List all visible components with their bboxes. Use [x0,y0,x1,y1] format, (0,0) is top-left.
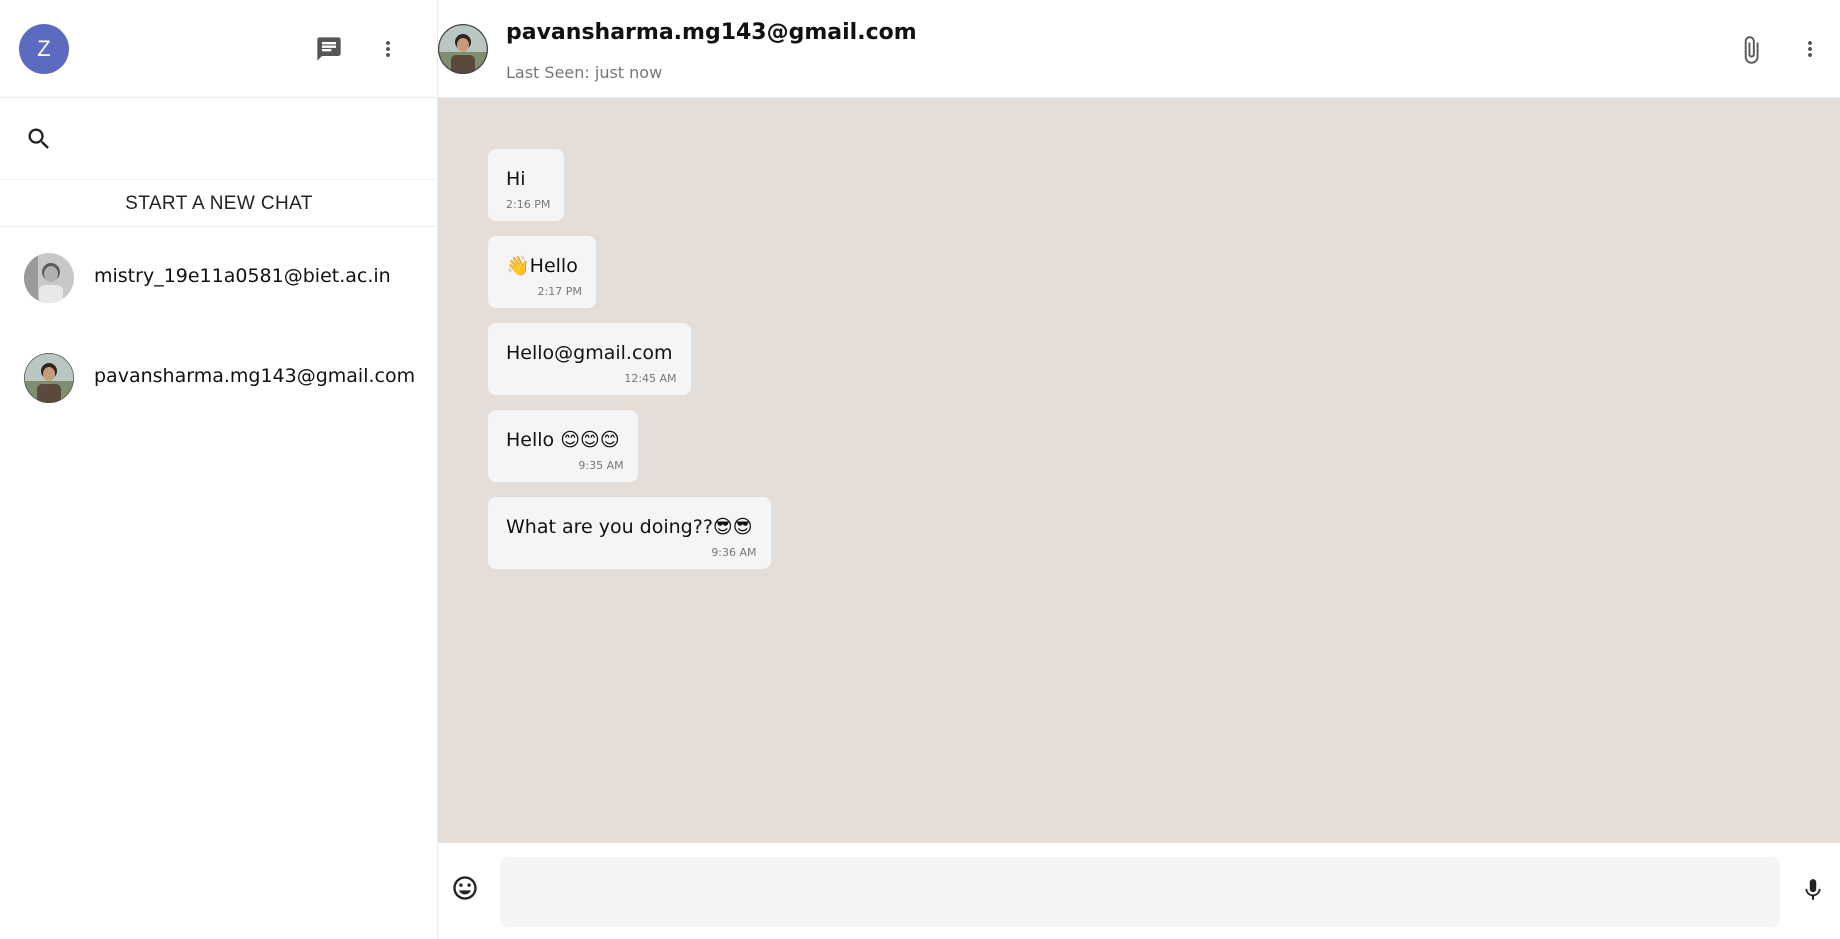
message-text: 👋Hello [506,255,578,277]
chat-list-item[interactable]: pavansharma.mg143@gmail.com [0,327,438,427]
message-input[interactable] [500,857,1780,927]
last-seen-status: Last Seen: just now [506,63,663,82]
message-list[interactable]: Hi 2:16 PM 👋Hello 2:17 PM Hello@gmail.co… [438,98,1840,843]
message-composer [438,843,1840,939]
message-time: 9:36 AM [711,546,757,559]
user-avatar[interactable]: Z [19,24,69,74]
search-input[interactable] [68,118,418,158]
app: Z START A NEW CHAT mistry_19e11a0581@bie… [0,0,1840,939]
new-chat-icon[interactable] [312,32,346,66]
message-time: 2:17 PM [537,285,582,298]
message-text: Hello 😊😊😊 [506,429,620,451]
mic-icon[interactable] [1798,873,1828,907]
chat-list-item-name: mistry_19e11a0581@biet.ac.in [94,265,391,287]
message-bubble: Hello@gmail.com 12:45 AM [488,323,691,395]
chat-header: pavansharma.mg143@gmail.com Last Seen: j… [438,0,1840,98]
message-text: Hello@gmail.com [506,342,673,364]
message-time: 12:45 AM [624,372,677,385]
sidebar: Z START A NEW CHAT mistry_19e11a0581@bie… [0,0,438,939]
message-time: 2:16 PM [506,198,551,211]
message-bubble: Hello 😊😊😊 9:35 AM [488,410,638,482]
chat-list-item-name: pavansharma.mg143@gmail.com [94,365,416,387]
start-new-chat-button[interactable]: START A NEW CHAT [0,181,438,227]
message-bubble: What are you doing??😎😎 9:36 AM [488,497,771,569]
message-text: What are you doing??😎😎 [506,516,753,538]
message-time: 9:35 AM [578,459,624,472]
search-icon[interactable] [24,124,54,154]
more-vert-icon[interactable] [1798,32,1822,66]
chat-panel: pavansharma.mg143@gmail.com Last Seen: j… [438,0,1840,939]
message-text: Hi [506,168,526,190]
contact-avatar [24,253,74,303]
emoji-icon[interactable] [450,873,480,903]
attach-icon[interactable] [1734,30,1768,70]
sidebar-header: Z [0,0,438,98]
more-vert-icon[interactable] [376,32,400,66]
message-bubble: 👋Hello 2:17 PM [488,236,596,308]
message-bubble: Hi 2:16 PM [488,149,565,221]
contact-avatar [24,353,74,403]
chat-contact-avatar[interactable] [438,24,488,74]
chat-contact-name: pavansharma.mg143@gmail.com [506,20,917,45]
chat-list-item[interactable]: mistry_19e11a0581@biet.ac.in [0,227,438,327]
